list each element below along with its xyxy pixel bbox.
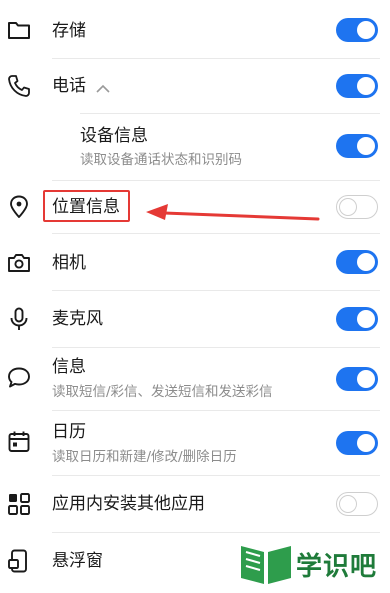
permission-title: 信息	[52, 357, 86, 377]
annotation-arrow-icon	[146, 204, 320, 221]
calendar-icon	[6, 429, 32, 455]
permission-subtitle: 读取短信/彩信、发送短信和发送彩信	[52, 384, 273, 400]
permission-title: 相机	[52, 253, 86, 273]
permission-title: 设备信息	[80, 126, 148, 146]
camera-toggle[interactable]	[336, 250, 378, 274]
chevron-up-icon[interactable]	[95, 79, 111, 93]
permission-row-install-apps[interactable]: 应用内安装其他应用	[0, 476, 390, 532]
permission-row-camera[interactable]: 相机	[0, 234, 390, 290]
message-bubble-icon	[6, 365, 32, 391]
permission-row-device-info[interactable]: 设备信息 读取设备通话状态和识别码	[0, 114, 390, 180]
location-pin-icon	[6, 194, 32, 220]
watermark-text: 学识吧	[296, 552, 378, 582]
permission-title: 电话	[52, 76, 86, 96]
permission-row-microphone[interactable]: 麦克风	[0, 291, 390, 347]
apps-grid-icon	[6, 491, 32, 517]
permission-title: 麦克风	[52, 309, 103, 329]
permission-row-calendar[interactable]: 日历 读取日历和新建/修改/删除日历	[0, 411, 390, 475]
permission-title: 日历	[52, 422, 86, 442]
location-toggle[interactable]	[336, 195, 378, 219]
microphone-toggle[interactable]	[336, 307, 378, 331]
permission-title: 存储	[52, 21, 86, 41]
storage-toggle[interactable]	[336, 18, 378, 42]
calendar-toggle[interactable]	[336, 431, 378, 455]
messages-toggle[interactable]	[336, 367, 378, 391]
permission-subtitle: 读取日历和新建/修改/删除日历	[52, 449, 237, 465]
permission-title: 悬浮窗	[52, 551, 103, 571]
permission-title: 应用内安装其他应用	[52, 494, 205, 514]
permission-row-phone[interactable]: 电话	[0, 59, 390, 113]
permission-row-storage[interactable]: 存储	[0, 0, 390, 58]
floating-window-icon	[6, 548, 32, 574]
permission-list: 存储 电话 设备信息 读取设备通话状态和识别码 位置信息 相机 麦克风 信息 读…	[0, 0, 390, 589]
permission-row-messages[interactable]: 信息 读取短信/彩信、发送短信和发送彩信	[0, 348, 390, 410]
folder-icon	[6, 17, 32, 43]
microphone-icon	[6, 306, 32, 332]
phone-toggle[interactable]	[336, 74, 378, 98]
book-logo-icon	[241, 546, 291, 584]
install-apps-toggle[interactable]	[336, 492, 378, 516]
camera-icon	[6, 250, 32, 276]
phone-icon	[6, 73, 32, 99]
device-info-toggle[interactable]	[336, 134, 378, 158]
permission-subtitle: 读取设备通话状态和识别码	[80, 152, 242, 168]
annotation-highlight-box	[43, 190, 130, 222]
